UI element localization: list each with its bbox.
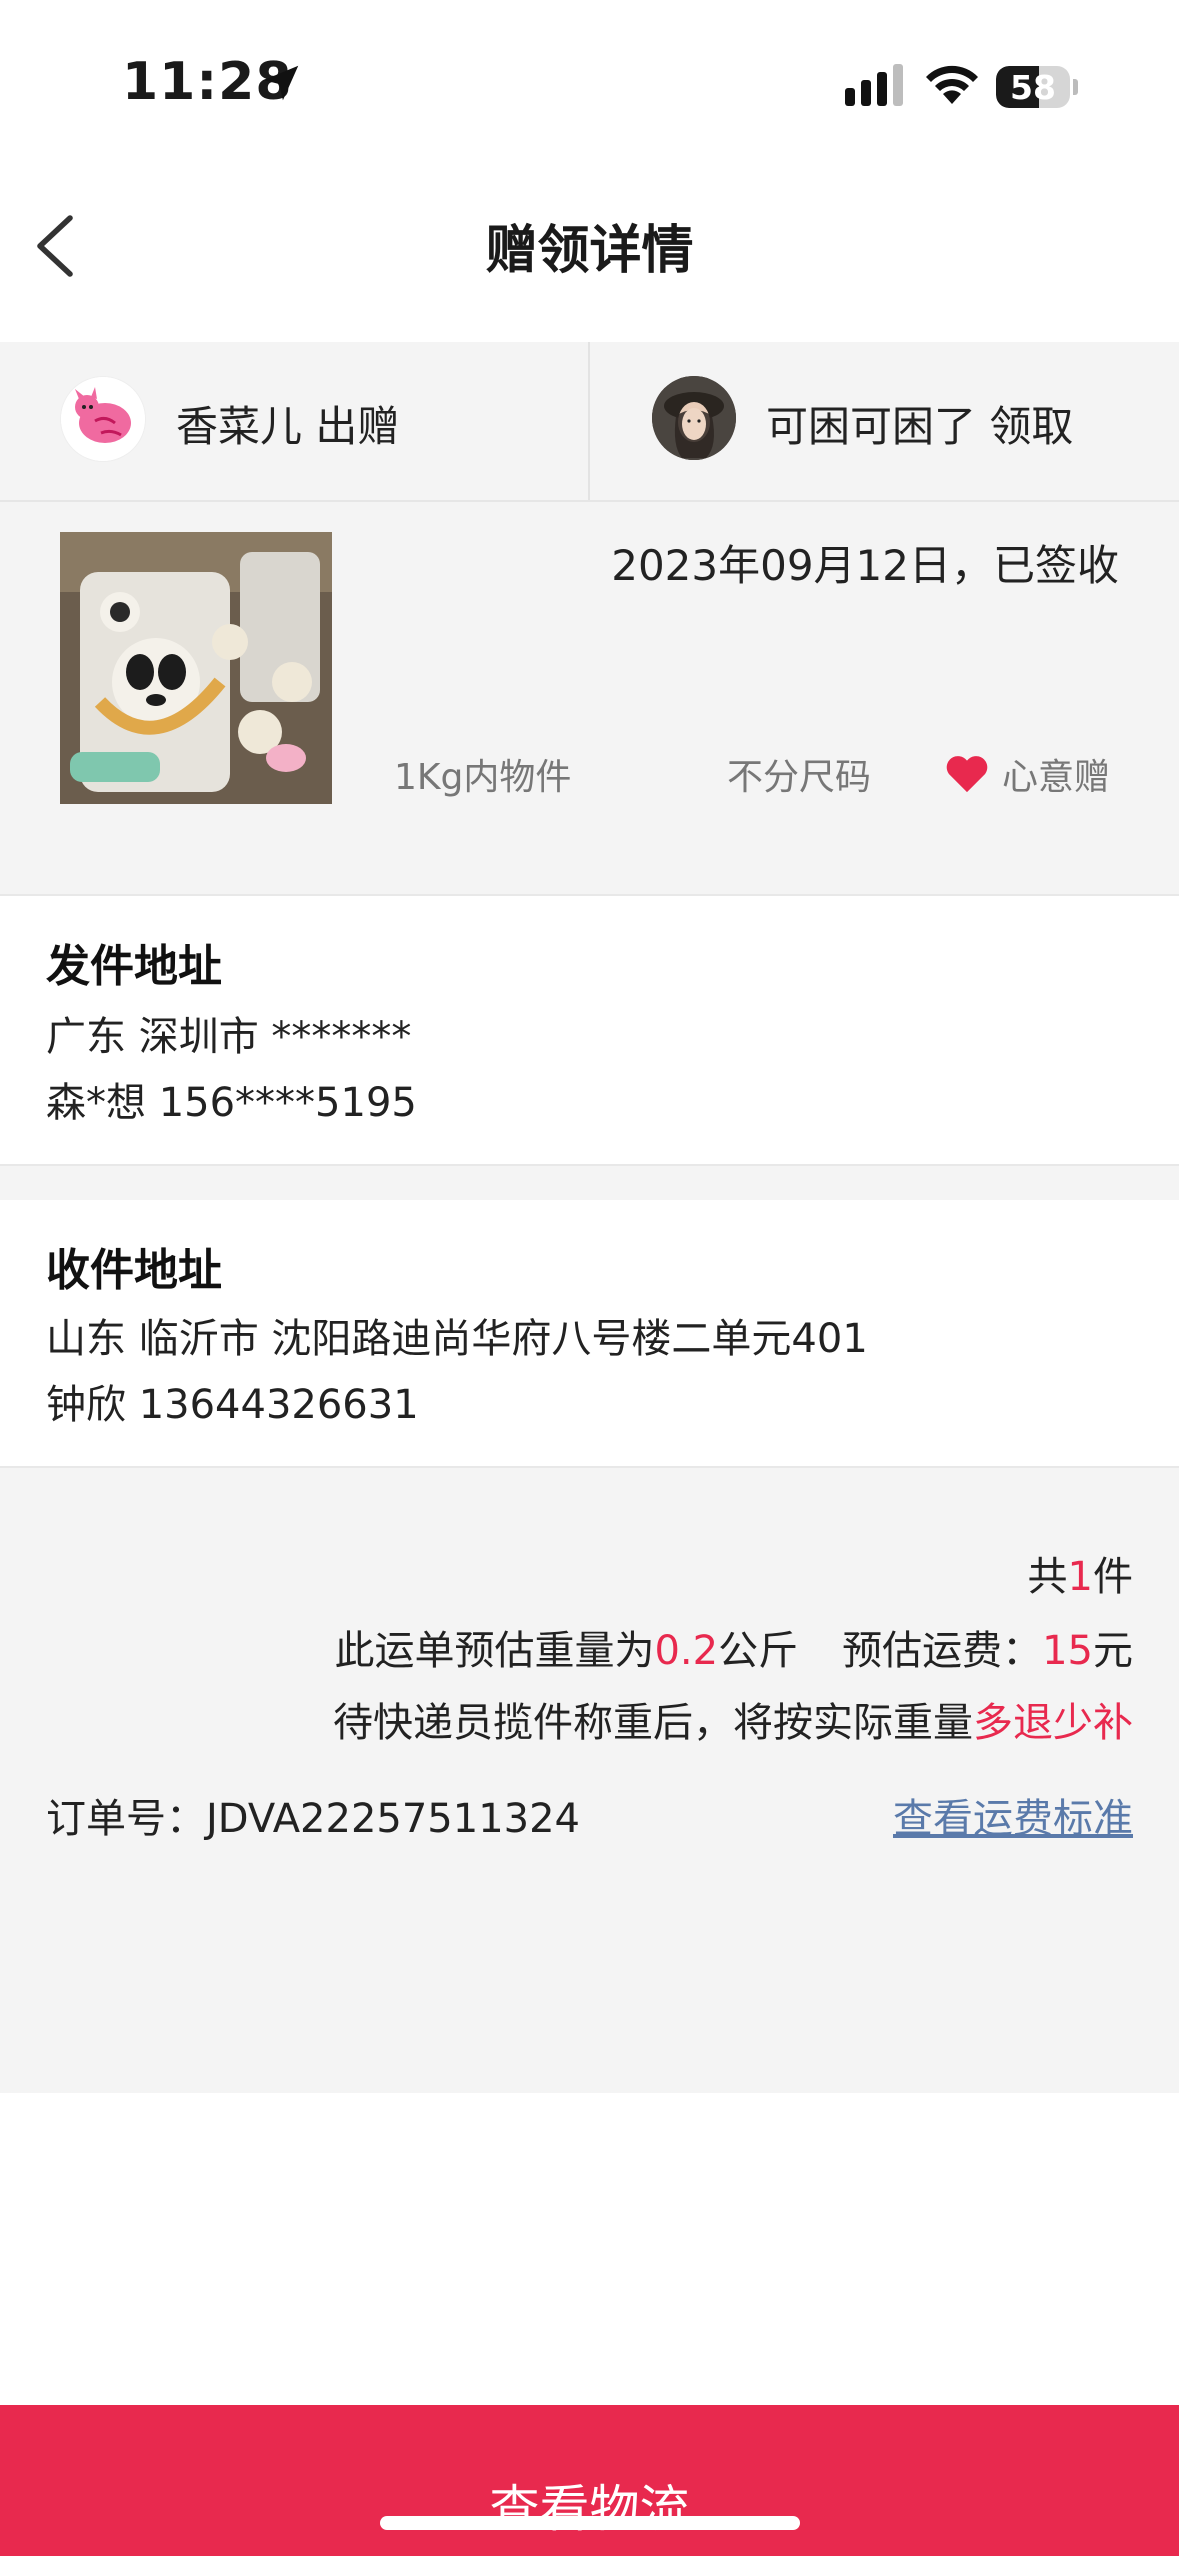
giver-avatar[interactable]: [60, 376, 146, 462]
giver-label[interactable]: 香菜儿 出赠: [176, 393, 399, 454]
fee-standard-link[interactable]: 查看运费标准: [893, 1786, 1133, 1844]
page-title: 赠领详情: [485, 221, 694, 281]
item-count: 共1件: [1027, 1554, 1133, 1600]
sender-address-title: 发件地址: [46, 941, 222, 992]
weight-value: 0.2: [654, 1628, 719, 1674]
view-logistics-button[interactable]: 查看物流: [0, 2405, 1179, 2556]
sender-contact: 森*想 156****5195: [46, 1080, 417, 1126]
weight-tag: 1Kg内物件: [394, 757, 572, 798]
gift-type-tag: 心意赠: [1002, 757, 1111, 798]
order-number: 订单号：JDVA22257511324: [46, 1796, 581, 1842]
location-arrow-icon: [263, 65, 299, 101]
size-tag: 不分尺码: [727, 757, 872, 798]
sender-address: 广东 深圳市 *******: [46, 1014, 412, 1060]
shipping-summary: [0, 1468, 1179, 2093]
heart-icon: [946, 756, 988, 793]
cellular-signal-icon: [845, 64, 903, 106]
battery-icon: 58: [996, 66, 1078, 108]
fee-value: 15: [1042, 1628, 1093, 1674]
receiver-address-title: 收件地址: [46, 1245, 222, 1296]
item-count-value: 1: [1067, 1554, 1093, 1600]
receiver-label[interactable]: 可困可困了 领取: [766, 393, 1073, 454]
estimated-weight-fee: 此运单预估重量为0.2公斤 预估运费：15元: [334, 1628, 1133, 1674]
receiver-contact: 钟欣 13644326631: [46, 1382, 419, 1428]
home-indicator[interactable]: [380, 2516, 800, 2530]
gift-date-status: 2023年09月12日，已签收: [611, 541, 1119, 590]
gift-photo[interactable]: [60, 532, 332, 804]
wifi-icon: [926, 65, 978, 104]
users-divider: [588, 342, 590, 500]
receiver-avatar[interactable]: [652, 376, 736, 460]
refund-note: 待快递员揽件称重后，将按实际重量多退少补: [333, 1700, 1133, 1746]
refund-note-highlight: 多退少补: [973, 1700, 1133, 1746]
receiver-address: 山东 临沂市 沈阳路迪尚华府八号楼二单元401: [46, 1316, 868, 1362]
battery-level: 58: [1010, 68, 1056, 107]
